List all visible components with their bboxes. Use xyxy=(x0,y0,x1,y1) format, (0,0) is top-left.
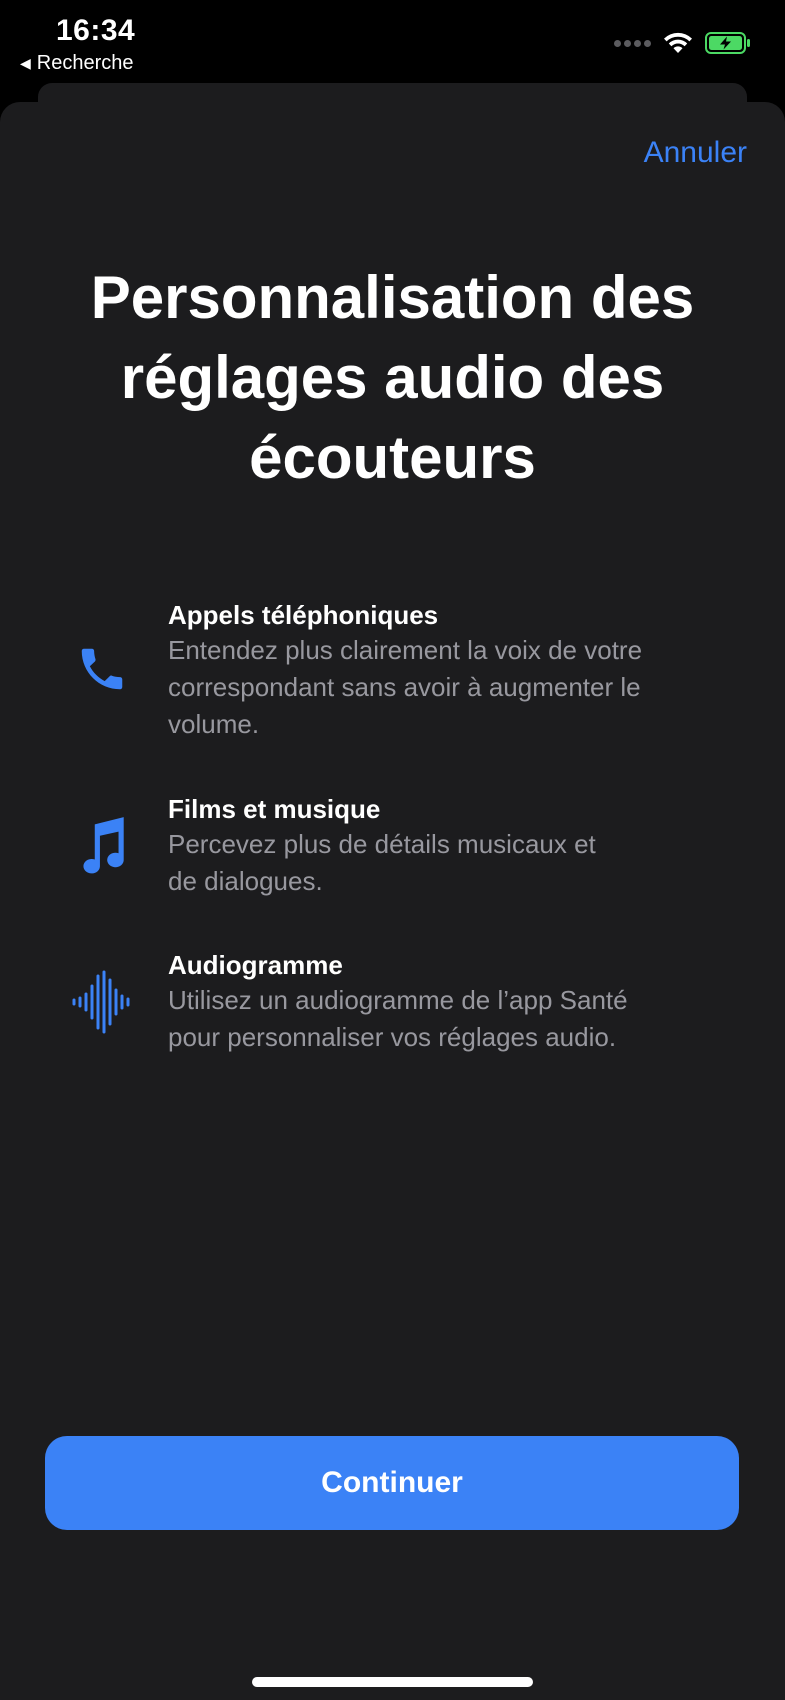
cancel-button[interactable]: Annuler xyxy=(644,136,747,170)
wifi-icon xyxy=(664,32,692,53)
back-app-label: Recherche xyxy=(36,52,134,74)
screen: 16:34 ◀ Recherche Annuler Personnalisati… xyxy=(0,0,785,1700)
status-time: 16:34 xyxy=(56,14,136,47)
waveform-icon xyxy=(62,970,142,1034)
feature-films-music-text: Films et musique Percevez plus de détail… xyxy=(168,792,728,900)
cellular-signal-icon xyxy=(614,39,651,47)
continue-button[interactable]: Continuer xyxy=(45,1436,739,1530)
status-indicators xyxy=(614,32,751,54)
back-triangle-icon: ◀ xyxy=(20,55,31,71)
feature-title: Audiogramme xyxy=(168,950,343,980)
page-title: Personnalisation des réglages audio des … xyxy=(90,264,695,491)
home-indicator[interactable] xyxy=(252,1677,533,1687)
battery-charging-icon xyxy=(705,32,750,54)
feature-audiogram-text: Audiogramme Utilisez un audiogramme de l… xyxy=(168,948,728,1056)
back-to-app-link[interactable]: ◀ Recherche xyxy=(20,52,134,75)
feature-description: Percevez plus de détails musicaux et de … xyxy=(168,829,596,896)
phone-icon xyxy=(62,640,142,698)
audio-settings-sheet: Annuler Personnalisation des réglages au… xyxy=(0,102,785,1700)
feature-title: Films et musique xyxy=(168,794,381,824)
feature-description: Utilisez un audiogramme de l’app Santé p… xyxy=(168,985,628,1052)
feature-title: Appels téléphoniques xyxy=(168,600,439,630)
music-note-icon xyxy=(62,814,142,876)
feature-phone-calls-text: Appels téléphoniques Entendez plus clair… xyxy=(168,598,728,743)
feature-description: Entendez plus clairement la voix de votr… xyxy=(168,635,643,739)
